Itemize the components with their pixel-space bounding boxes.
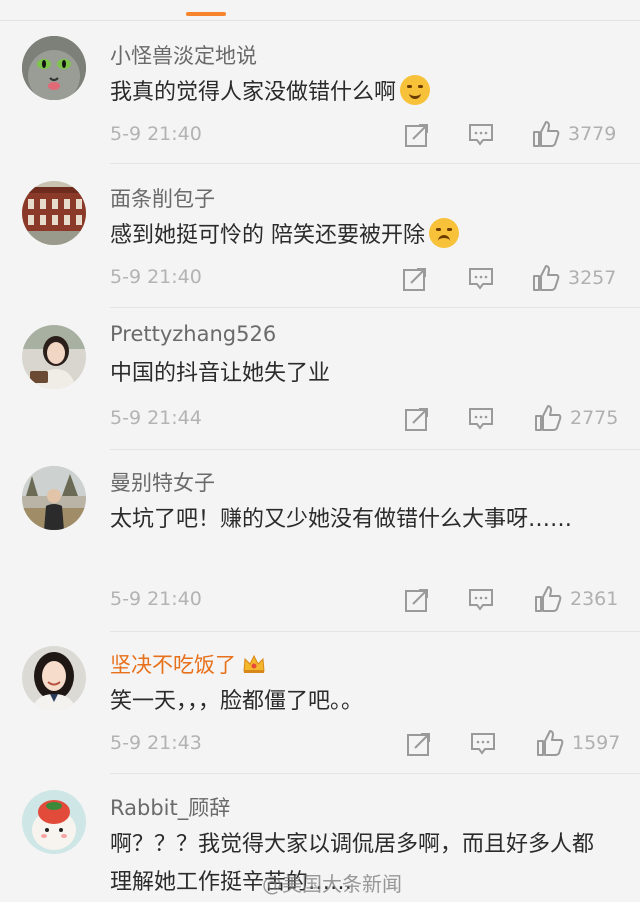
comment-text-content: 我真的觉得人家没做错什么啊 [110,80,397,105]
like-icon[interactable] [536,729,564,757]
comment-time: 5-9 21:44 [110,407,202,429]
comment-icon[interactable] [470,731,496,757]
girl-avatar-icon[interactable] [22,325,86,389]
comment-item: 坚决不吃饭了 笑一天，，，脸都僵了吧。。 5-9 21:43 1597 [0,632,640,774]
laughing-crying-emoji [400,75,431,105]
comment-icon[interactable] [468,406,494,432]
comment-icon[interactable] [468,587,494,613]
comment-username[interactable]: 小怪兽淡定地说 [110,40,257,70]
man-outdoor-avatar-icon[interactable] [22,466,86,530]
cat-avatar-icon[interactable] [22,36,86,100]
comment-item: 面条削包子 感到她挺可怜的 陪笑还要被开除 5-9 21:40 3257 [0,164,640,308]
comment-time: 5-9 21:40 [110,266,202,288]
comment-item: 小怪兽淡定地说 我真的觉得人家没做错什么啊 5-9 21:40 3779 [0,22,640,164]
comment-icon[interactable] [468,122,494,148]
watermark: @美国大条新闻 [262,872,402,896]
comment-username[interactable]: Rabbit_顾辞 [110,792,230,822]
comment-text: 中国的抖音让她失了业 [110,361,331,386]
comment-text: 笑一天，，，脸都僵了吧。。 [110,689,364,714]
like-icon[interactable] [532,120,560,148]
share-icon[interactable] [404,587,430,613]
smiling-girl-avatar-icon[interactable] [22,646,86,710]
cartoon-avatar-icon[interactable] [22,790,86,854]
comment-time: 5-9 21:40 [110,588,202,610]
comment-time: 5-9 21:40 [110,123,202,145]
active-tab-indicator [186,12,226,16]
comment-time: 5-9 21:43 [110,732,202,754]
share-icon[interactable] [402,266,428,292]
like-count: 1597 [572,732,621,754]
like-icon[interactable] [532,264,560,292]
crown-icon [243,654,265,673]
comment-username[interactable]: 曼别特女子 [110,467,215,497]
like-count: 2775 [570,407,619,429]
comment-text: 感到她挺可怜的 陪笑还要被开除 [110,217,610,255]
comment-username[interactable]: 面条削包子 [110,183,215,213]
like-count: 3257 [568,267,617,289]
like-count: 2361 [570,588,619,610]
share-icon[interactable] [406,731,432,757]
like-icon[interactable] [534,585,562,613]
comment-text: 我真的觉得人家没做错什么啊 [110,74,610,112]
building-avatar-icon[interactable] [22,181,86,245]
share-icon[interactable] [404,406,430,432]
like-icon[interactable] [534,404,562,432]
comment-icon[interactable] [468,266,494,292]
comment-username[interactable]: Prettyzhang526 [110,322,276,346]
sad-sweat-emoji [429,218,459,248]
comment-text-content: 感到她挺可怜的 陪笑还要被开除 [110,223,425,248]
comment-text: 太坑了吧！赚的又少她没有做错什么大事呀…… [110,507,573,532]
comment-username-text: 坚决不吃饭了 [110,653,236,677]
top-divider [0,20,640,21]
like-count: 3779 [568,123,617,145]
share-icon[interactable] [404,122,430,148]
comment-item: Prettyzhang526 中国的抖音让她失了业 5-9 21:44 2775 [0,308,640,450]
comment-username[interactable]: 坚决不吃饭了 [110,649,266,679]
comment-item: 曼别特女子 太坑了吧！赚的又少她没有做错什么大事呀…… 5-9 21:40 23… [0,450,640,632]
